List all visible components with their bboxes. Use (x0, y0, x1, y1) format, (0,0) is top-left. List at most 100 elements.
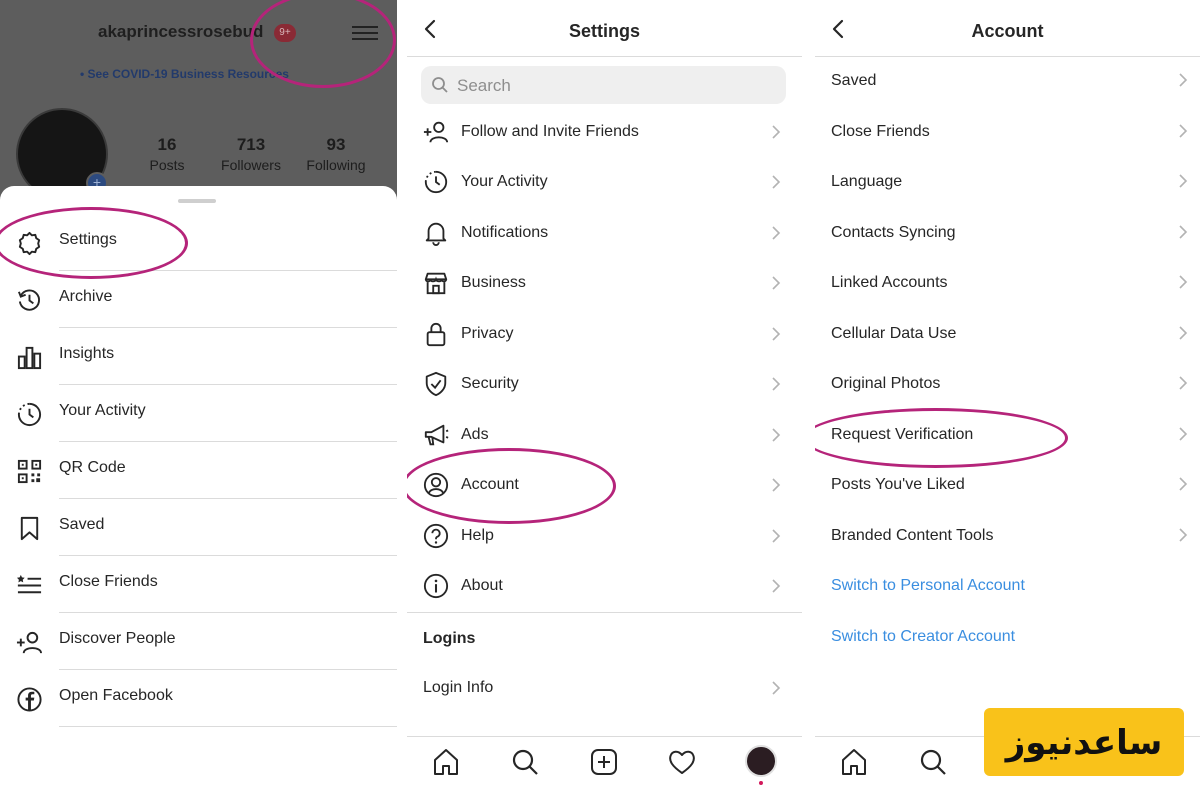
account-item-language[interactable]: Language (815, 157, 1200, 207)
chevron-right-icon (1179, 225, 1188, 239)
menu-item-close-friends[interactable]: Close Friends (0, 556, 397, 613)
notification-badge[interactable]: 9+ (274, 24, 296, 42)
posts-label: Posts (149, 157, 185, 173)
svg-text:ساعدنیوز: ساعدنیوز (1004, 723, 1163, 763)
menu-item-insights[interactable]: Insights (0, 328, 397, 385)
page-title: Account (971, 21, 1044, 41)
account-item-saved[interactable]: Saved (815, 56, 1200, 106)
link-label: Switch to Personal Account (831, 577, 1025, 594)
posts-stat[interactable]: 16 Posts (138, 135, 196, 173)
followers-stat[interactable]: 713 Followers (214, 135, 288, 173)
search-placeholder: Search (457, 76, 511, 95)
settings-item-label: Notifications (461, 224, 549, 241)
account-header: Account (815, 0, 1200, 57)
following-stat[interactable]: 93 Following (300, 135, 372, 173)
account-item-label: Language (831, 173, 903, 190)
chevron-right-icon (1179, 124, 1188, 138)
profile-notification-dot (759, 781, 763, 785)
bottom-tab-bar (407, 736, 802, 792)
settings-item-privacy[interactable]: Privacy (407, 310, 802, 360)
settings-item-help[interactable]: Help (407, 512, 802, 562)
logins-section-header: Logins (423, 630, 476, 647)
chevron-right-icon (1179, 174, 1188, 188)
menu-item-archive[interactable]: Archive (0, 271, 397, 328)
chevron-right-icon (1179, 73, 1188, 87)
sheet-grabber[interactable] (178, 199, 216, 203)
settings-item-business[interactable]: Business (407, 259, 802, 309)
switch-creator-account-link[interactable]: Switch to Creator Account (815, 612, 1200, 662)
activity-icon (424, 170, 448, 194)
home-icon[interactable] (839, 747, 869, 777)
menu-item-label: Your Activity (59, 402, 146, 419)
chevron-right-icon (772, 327, 781, 341)
settings-item-label: Login Info (423, 679, 494, 696)
chevron-right-icon (772, 175, 781, 189)
settings-item-ads[interactable]: Ads (407, 411, 802, 461)
chevron-right-icon (1179, 528, 1188, 542)
bell-icon (425, 222, 447, 246)
search-icon[interactable] (918, 747, 948, 777)
settings-item-label: About (461, 577, 503, 594)
home-icon[interactable] (431, 747, 461, 777)
menu-item-discover-people[interactable]: Discover People (0, 613, 397, 670)
settings-item-your-activity[interactable]: Your Activity (407, 158, 802, 208)
account-item-original-photos[interactable]: Original Photos (815, 359, 1200, 409)
account-item-contacts-syncing[interactable]: Contacts Syncing (815, 208, 1200, 258)
search-icon[interactable] (510, 747, 540, 777)
chevron-right-icon (1179, 326, 1188, 340)
account-item-close-friends[interactable]: Close Friends (815, 107, 1200, 157)
chevron-right-icon (772, 478, 781, 492)
megaphone-icon (424, 424, 449, 446)
facebook-icon (17, 687, 42, 712)
activity-icon (17, 402, 42, 427)
settings-item-login-info[interactable]: Login Info (407, 664, 802, 714)
settings-item-security[interactable]: Security (407, 360, 802, 410)
account-item-label: Saved (831, 72, 877, 89)
posts-count: 16 (157, 135, 177, 154)
following-label: Following (306, 157, 366, 173)
profile-tab-avatar[interactable] (745, 745, 777, 777)
settings-item-notifications[interactable]: Notifications (407, 209, 802, 259)
account-item-label: Branded Content Tools (831, 527, 994, 544)
qr-code-icon (17, 459, 42, 484)
account-item-request-verification[interactable]: Request Verification (815, 410, 1200, 460)
menu-item-label: Close Friends (59, 573, 158, 590)
settings-item-about[interactable]: About (407, 562, 802, 612)
profile-username: akaprincessrosebud (98, 22, 264, 41)
hamburger-menu-icon[interactable] (352, 22, 378, 44)
lock-icon (426, 322, 446, 347)
menu-item-label: Discover People (59, 630, 176, 647)
menu-item-settings[interactable]: Settings (0, 214, 397, 271)
settings-item-label: Security (461, 375, 519, 392)
panel-gutter (802, 0, 815, 792)
search-input[interactable]: Search (421, 66, 786, 104)
chevron-right-icon (772, 377, 781, 391)
menu-item-open-facebook[interactable]: Open Facebook (0, 670, 397, 727)
covid-resources-link[interactable]: • See COVID-19 Business Resources (80, 67, 289, 81)
account-item-posts-liked[interactable]: Posts You've Liked (815, 460, 1200, 510)
heart-icon[interactable] (667, 747, 697, 777)
followers-label: Followers (221, 157, 281, 173)
archive-icon (17, 289, 40, 311)
settings-item-account[interactable]: Account (407, 461, 802, 511)
account-item-label: Close Friends (831, 123, 930, 140)
settings-panel: Settings Search Follow and Invite Friend… (407, 0, 802, 792)
account-item-label: Original Photos (831, 375, 941, 392)
account-icon (423, 472, 449, 498)
help-icon (423, 523, 449, 549)
switch-personal-account-link[interactable]: Switch to Personal Account (815, 561, 1200, 611)
menu-item-saved[interactable]: Saved (0, 499, 397, 556)
settings-item-follow-invite[interactable]: Follow and Invite Friends (407, 108, 802, 158)
chevron-right-icon (772, 226, 781, 240)
settings-item-label: Help (461, 527, 494, 544)
menu-item-label: Insights (59, 345, 115, 362)
account-item-linked-accounts[interactable]: Linked Accounts (815, 258, 1200, 308)
menu-item-your-activity[interactable]: Your Activity (0, 385, 397, 442)
menu-item-qr-code[interactable]: QR Code (0, 442, 397, 499)
settings-item-label: Follow and Invite Friends (461, 123, 639, 140)
account-item-branded-content[interactable]: Branded Content Tools (815, 511, 1200, 561)
new-post-icon[interactable] (589, 747, 619, 777)
account-item-cellular-data[interactable]: Cellular Data Use (815, 309, 1200, 359)
settings-item-label: Business (461, 274, 526, 291)
account-item-label: Cellular Data Use (831, 325, 957, 342)
